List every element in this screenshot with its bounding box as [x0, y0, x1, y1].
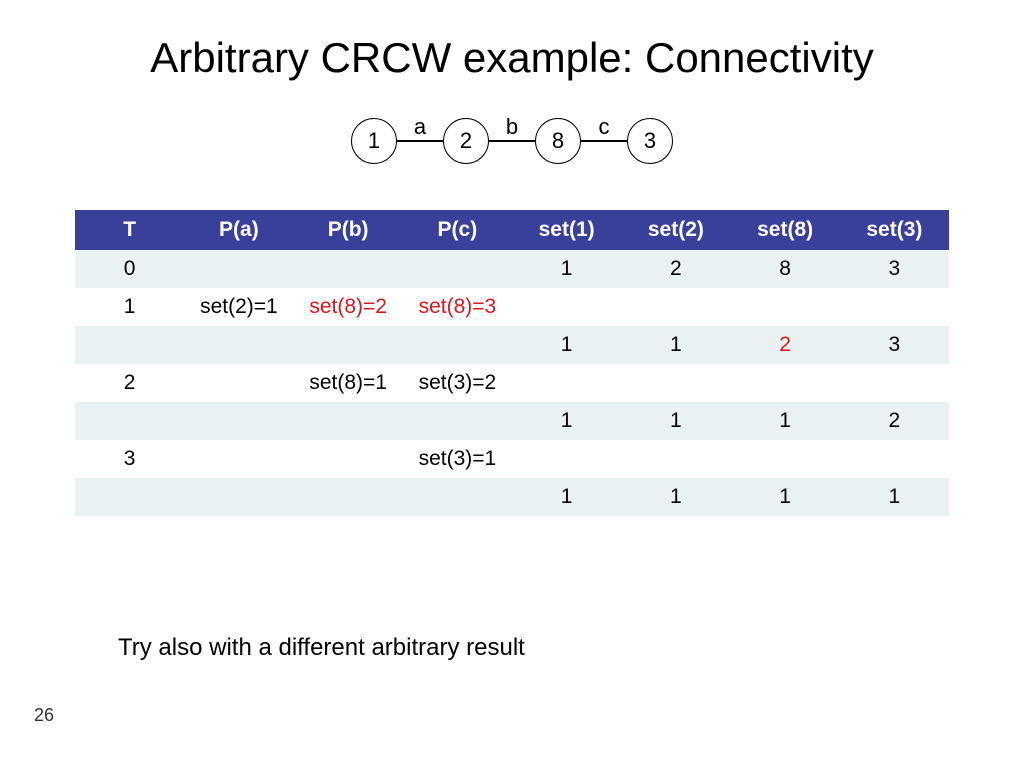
table-cell: [294, 478, 403, 516]
table-cell: [403, 250, 512, 288]
table-cell: 1: [621, 402, 730, 440]
table-row: 2 set(8)=1set(3)=2: [75, 364, 949, 402]
table-row: 1112: [75, 402, 949, 440]
graph-node: 1: [351, 118, 397, 164]
table-cell: [731, 288, 840, 326]
table-cell: [840, 440, 949, 478]
table-cell: 3: [840, 250, 949, 288]
table-cell: 1: [621, 326, 730, 364]
table-row: 1111: [75, 478, 949, 516]
table-cell: 2: [731, 326, 840, 364]
table-cell: [731, 364, 840, 402]
table-row: 0 1283: [75, 250, 949, 288]
table-header-row: T P(a) P(b) P(c) set(1) set(2) set(8) se…: [75, 210, 949, 250]
data-table-container: T P(a) P(b) P(c) set(1) set(2) set(8) se…: [75, 210, 949, 516]
table-cell: [184, 440, 293, 478]
table-cell: [840, 364, 949, 402]
graph-node: 2: [443, 118, 489, 164]
table-cell: 1: [621, 478, 730, 516]
table-cell: [294, 326, 403, 364]
graph-node: 8: [535, 118, 581, 164]
page-number: 26: [34, 705, 54, 726]
table-body: 012831set(2)=1set(8)=2set(8)=311232set(8…: [75, 250, 949, 516]
table-cell: [840, 288, 949, 326]
footnote-text: Try also with a different arbitrary resu…: [118, 634, 525, 662]
table-header: P(b): [294, 210, 403, 250]
table-cell: 2: [621, 250, 730, 288]
edge-label: c: [581, 114, 627, 140]
table-cell: [75, 478, 184, 516]
graph-edge: c: [581, 140, 627, 142]
table-header: P(a): [184, 210, 293, 250]
table-row: 1123: [75, 326, 949, 364]
graph-diagram: 1 a 2 b 8 c 3: [0, 118, 1024, 164]
table-cell: 1: [512, 478, 621, 516]
table-cell: 3: [75, 440, 184, 478]
table-cell: set(8)=1: [294, 364, 403, 402]
table-cell: [512, 288, 621, 326]
table-cell: [294, 440, 403, 478]
table-header: P(c): [403, 210, 512, 250]
table-cell: 3: [840, 326, 949, 364]
graph-node: 3: [627, 118, 673, 164]
table-cell: 1: [731, 478, 840, 516]
slide-title: Arbitrary CRCW example: Connectivity: [0, 34, 1024, 82]
table-cell: set(2)=1: [184, 288, 293, 326]
table-cell: [621, 288, 730, 326]
edge-label: b: [489, 114, 535, 140]
table-header: T: [75, 210, 184, 250]
table-cell: 1: [512, 402, 621, 440]
table-cell: 1: [75, 288, 184, 326]
table-cell: set(3)=2: [403, 364, 512, 402]
table-cell: 1: [731, 402, 840, 440]
table-cell: [621, 440, 730, 478]
table-cell: 2: [840, 402, 949, 440]
table-cell: 8: [731, 250, 840, 288]
table-cell: [184, 326, 293, 364]
table-cell: [184, 402, 293, 440]
table-cell: [294, 250, 403, 288]
table-cell: 1: [512, 326, 621, 364]
graph-inner: 1 a 2 b 8 c 3: [351, 118, 673, 164]
graph-edge: a: [397, 140, 443, 142]
slide: Arbitrary CRCW example: Connectivity 1 a…: [0, 0, 1024, 768]
table-header: set(1): [512, 210, 621, 250]
table-cell: [403, 478, 512, 516]
table-cell: [512, 364, 621, 402]
table-cell: [184, 478, 293, 516]
table-cell: set(8)=2: [294, 288, 403, 326]
table-cell: [184, 250, 293, 288]
table-cell: [403, 326, 512, 364]
table-cell: 0: [75, 250, 184, 288]
table-cell: 2: [75, 364, 184, 402]
table-cell: [512, 440, 621, 478]
table-cell: [75, 402, 184, 440]
table-cell: set(3)=1: [403, 440, 512, 478]
table-cell: [731, 440, 840, 478]
edge-label: a: [397, 114, 443, 140]
table-cell: [403, 402, 512, 440]
table-cell: 1: [840, 478, 949, 516]
data-table: T P(a) P(b) P(c) set(1) set(2) set(8) se…: [75, 210, 949, 516]
graph-edge: b: [489, 140, 535, 142]
table-header: set(8): [731, 210, 840, 250]
table-cell: [75, 326, 184, 364]
table-cell: [294, 402, 403, 440]
table-header: set(3): [840, 210, 949, 250]
table-header: set(2): [621, 210, 730, 250]
table-cell: [184, 364, 293, 402]
table-cell: set(8)=3: [403, 288, 512, 326]
table-row: 1set(2)=1set(8)=2set(8)=3: [75, 288, 949, 326]
table-cell: [621, 364, 730, 402]
table-row: 3 set(3)=1: [75, 440, 949, 478]
table-cell: 1: [512, 250, 621, 288]
